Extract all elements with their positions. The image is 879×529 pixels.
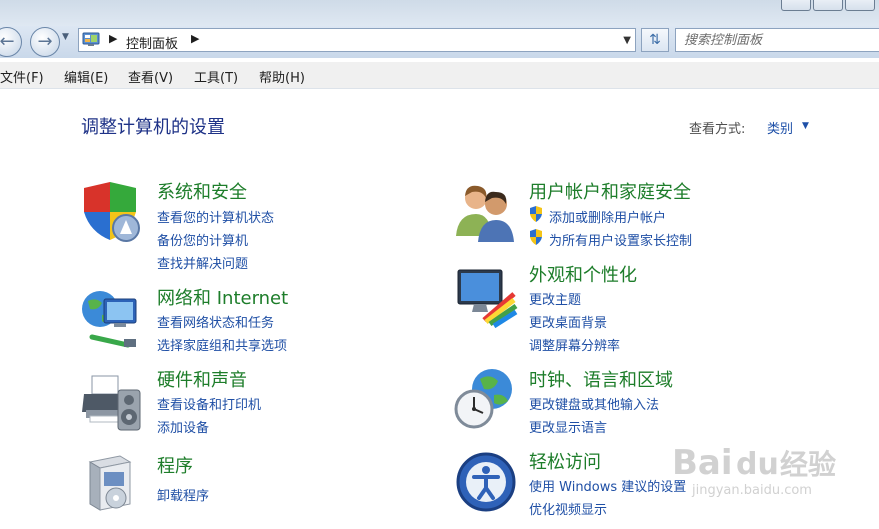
ease-of-access-icon[interactable] — [454, 450, 518, 514]
monitor-colors-icon[interactable] — [454, 264, 518, 328]
link-change-keyboard[interactable]: 更改键盘或其他输入法 — [529, 394, 659, 413]
link-parental-controls[interactable]: 为所有用户设置家长控制 — [549, 230, 692, 249]
breadcrumb-arrow[interactable]: ▶ — [191, 32, 199, 45]
category-system-security[interactable]: 系统和安全 — [157, 178, 247, 204]
back-button[interactable]: ← — [0, 27, 22, 57]
search-input[interactable] — [684, 30, 874, 51]
category-programs[interactable]: 程序 — [157, 452, 193, 478]
category-appearance[interactable]: 外观和个性化 — [529, 261, 637, 287]
svg-text:jingyan.baidu.com: jingyan.baidu.com — [691, 483, 812, 498]
address-dropdown-icon[interactable]: ▼ — [623, 35, 631, 46]
category-ease-of-access[interactable]: 轻松访问 — [529, 448, 601, 474]
svg-text:经验: 经验 — [780, 448, 836, 481]
close-button[interactable] — [845, 0, 875, 11]
control-panel-icon — [82, 32, 100, 46]
link-devices-printers[interactable]: 查看设备和打印机 — [157, 394, 261, 413]
link-network-status[interactable]: 查看网络状态和任务 — [157, 312, 274, 331]
users-icon[interactable] — [454, 180, 518, 244]
search-box[interactable] — [675, 28, 879, 52]
category-clock-language-region[interactable]: 时钟、语言和区域 — [529, 366, 673, 392]
link-optimize-video[interactable]: 优化视频显示 — [529, 499, 607, 518]
printer-speaker-icon[interactable] — [80, 372, 144, 436]
menu-file[interactable]: 文件(F) — [0, 67, 44, 86]
window-title-strip — [0, 0, 879, 26]
menu-help[interactable]: 帮助(H) — [259, 67, 305, 86]
shield-icon[interactable] — [80, 180, 144, 244]
svg-text:Bai: Bai — [672, 443, 733, 483]
svg-text:du: du — [736, 447, 779, 482]
maximize-button[interactable] — [813, 0, 843, 11]
network-globe-icon[interactable] — [80, 287, 144, 351]
view-by-dropdown[interactable]: 类别 — [767, 118, 793, 137]
link-uninstall-program[interactable]: 卸载程序 — [157, 485, 209, 504]
breadcrumb-arrow[interactable]: ▶ — [109, 32, 117, 45]
refresh-button[interactable]: ⇅ — [641, 28, 669, 52]
menu-edit[interactable]: 编辑(E) — [64, 67, 108, 86]
uac-shield-icon — [530, 229, 542, 245]
clock-globe-icon[interactable] — [454, 367, 518, 431]
link-homegroup-sharing[interactable]: 选择家庭组和共享选项 — [157, 335, 287, 354]
window-controls — [779, 0, 875, 11]
forward-button[interactable]: → — [30, 27, 60, 57]
link-change-theme[interactable]: 更改主题 — [529, 289, 581, 308]
arrow-left-icon: ← — [0, 31, 15, 52]
link-screen-resolution[interactable]: 调整屏幕分辨率 — [529, 335, 620, 354]
link-troubleshoot[interactable]: 查找并解决问题 — [157, 253, 248, 272]
view-by-label: 查看方式: — [689, 122, 746, 137]
programs-box-icon[interactable] — [80, 452, 144, 516]
link-recommended-settings[interactable]: 使用 Windows 建议的设置 — [529, 476, 686, 495]
baidu-watermark-logo: Bai du 经验 jingyan.baidu.com — [672, 443, 836, 498]
category-user-accounts[interactable]: 用户帐户和家庭安全 — [529, 178, 691, 204]
category-hardware-sound[interactable]: 硬件和声音 — [157, 366, 247, 392]
link-add-device[interactable]: 添加设备 — [157, 417, 209, 436]
page-title: 调整计算机的设置 — [81, 117, 225, 138]
view-by-caret-icon[interactable]: ▼ — [802, 121, 809, 131]
link-change-display-language[interactable]: 更改显示语言 — [529, 417, 607, 436]
link-view-computer-status[interactable]: 查看您的计算机状态 — [157, 207, 274, 226]
breadcrumb-control-panel[interactable]: 控制面板 — [126, 33, 178, 52]
refresh-icon: ⇅ — [649, 32, 661, 48]
minimize-button[interactable] — [781, 0, 811, 11]
menu-view[interactable]: 查看(V) — [128, 67, 173, 86]
link-change-background[interactable]: 更改桌面背景 — [529, 312, 607, 331]
navigation-bar: ← → ▼ ▶ 控制面板 ▶ ▼ ⇅ — [0, 26, 879, 58]
recent-pages-dropdown[interactable]: ▼ — [62, 32, 69, 42]
link-backup-computer[interactable]: 备份您的计算机 — [157, 230, 248, 249]
uac-shield-icon — [530, 206, 542, 222]
link-add-remove-accounts[interactable]: 添加或删除用户帐户 — [549, 207, 666, 226]
arrow-right-icon: → — [37, 31, 53, 52]
category-network-internet[interactable]: 网络和 Internet — [157, 284, 288, 310]
menu-bar: 文件(F) 编辑(E) 查看(V) 工具(T) 帮助(H) — [0, 62, 879, 89]
address-bar[interactable]: ▶ 控制面板 ▶ ▼ — [78, 28, 636, 52]
menu-tools[interactable]: 工具(T) — [194, 67, 238, 86]
